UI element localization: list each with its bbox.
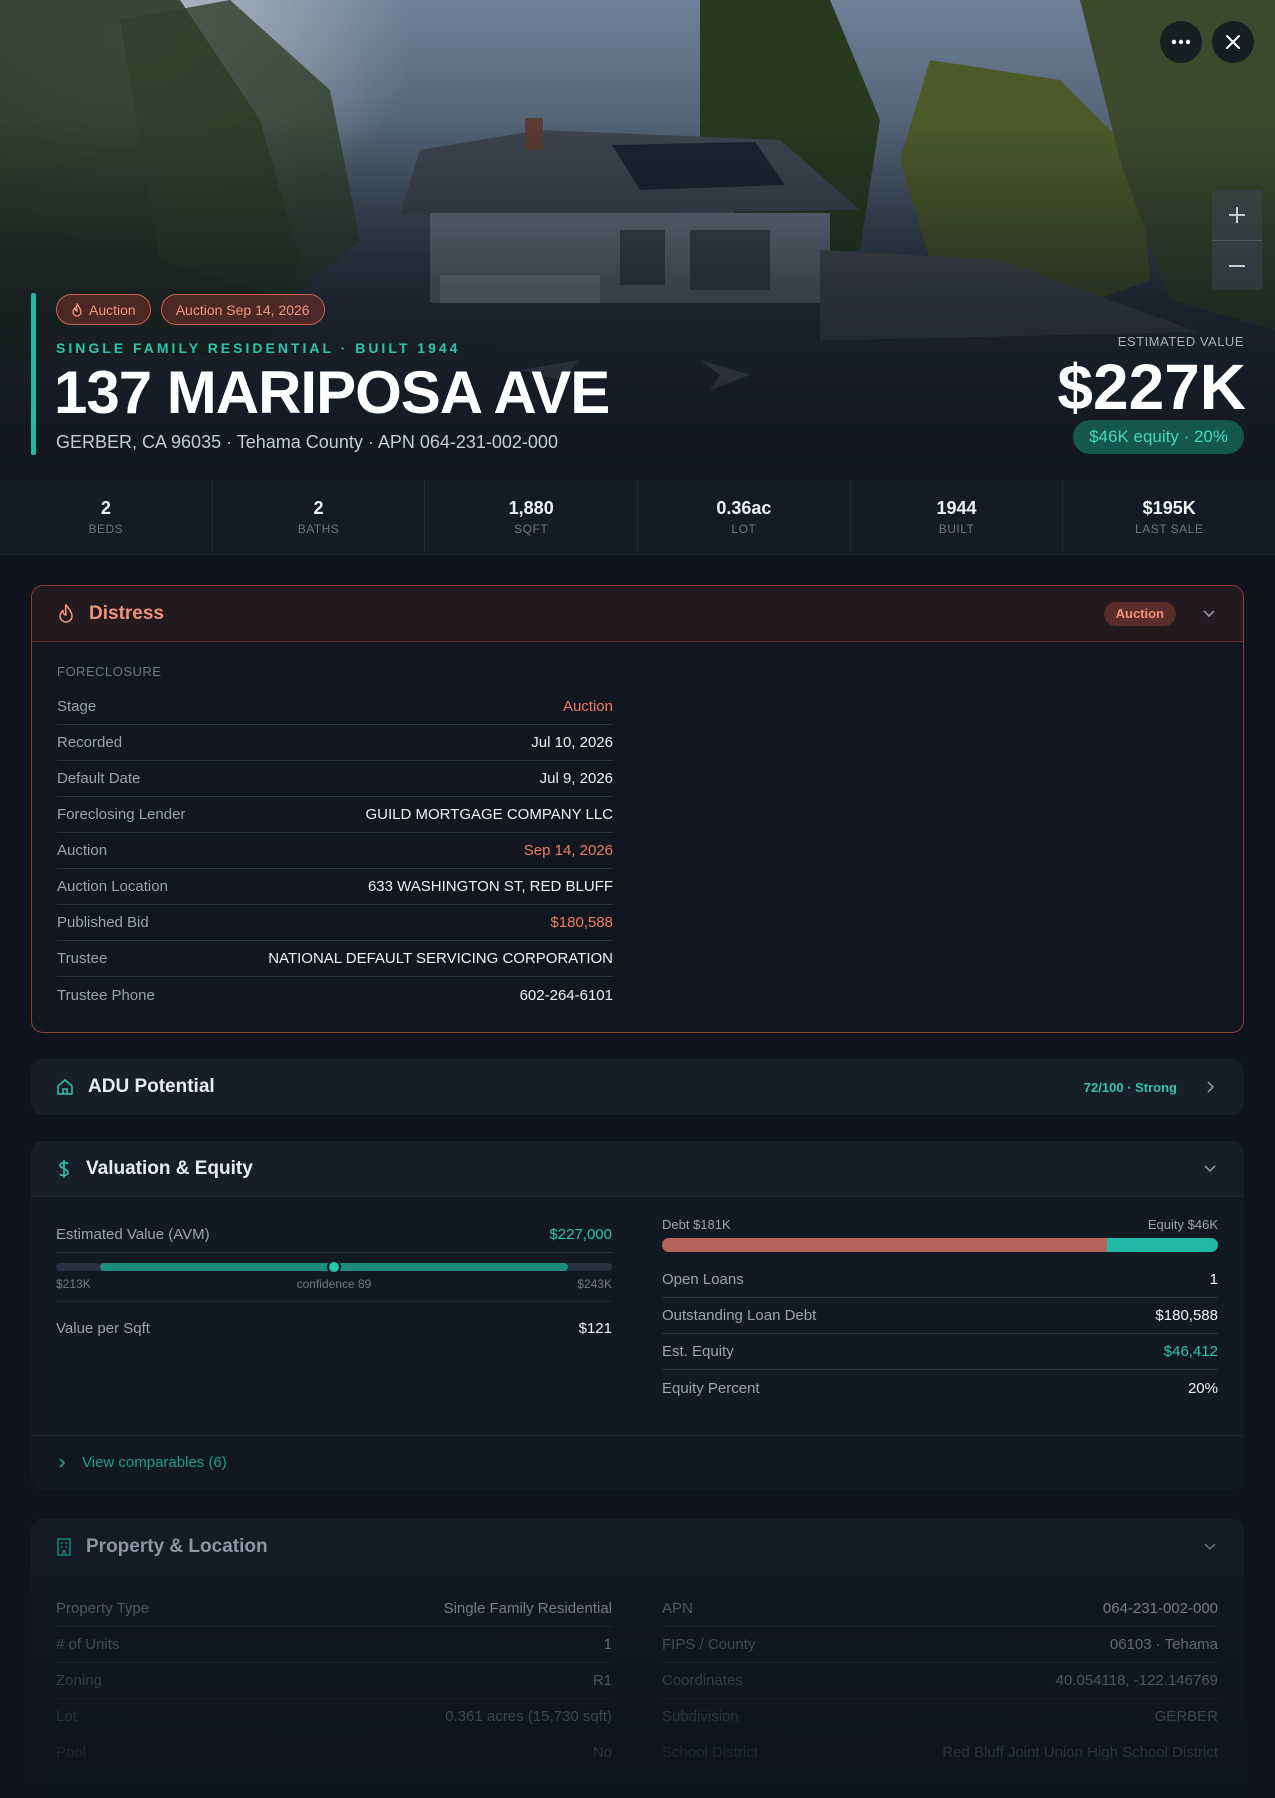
close-button[interactable] (1212, 21, 1254, 63)
home-icon (57, 1079, 73, 1095)
detail-row: School District Red Bluff Joint Union Hig… (662, 1735, 1218, 1771)
foreclosure-section-label: FORECLOSURE (57, 664, 162, 679)
flame-icon (72, 302, 82, 317)
detail-row: Pool No (56, 1735, 612, 1771)
distress-card-header[interactable]: Distress Auction (32, 586, 1243, 642)
debt-segment (662, 1238, 1107, 1252)
range-low: $213K (56, 1277, 91, 1291)
adu-potential-card[interactable]: ADU Potential 72/100 · Strong (31, 1059, 1244, 1115)
detail-row: Default Date Jul 9, 2026 (57, 761, 613, 797)
stat-last-sale: $195K LAST SALE (1135, 498, 1204, 536)
property-subtitle: SINGLE FAMILY RESIDENTIAL · BUILT 1944 (56, 340, 461, 356)
building-icon (57, 1538, 71, 1556)
property-details-right: APN 064-231-002-000 FIPS / County 06103 · … (662, 1591, 1218, 1771)
dollar-icon (59, 1159, 69, 1178)
loan-row: Est. Equity $46,412 (662, 1334, 1218, 1370)
valuation-card-header[interactable]: Valuation & Equity (31, 1141, 1244, 1197)
equity-segment (1106, 1238, 1218, 1252)
detail-row: FIPS / County 06103 · Tehama (662, 1627, 1218, 1663)
chevron-down-icon[interactable] (1200, 605, 1218, 623)
detail-row: Recorded Jul 10, 2026 (57, 725, 613, 761)
auction-badge: Auction (56, 294, 151, 325)
foreclosure-details: Stage Auction Recorded Jul 10, 2026 Defaul… (57, 689, 613, 1013)
estimated-value: $227K (1057, 351, 1246, 423)
adu-title: ADU Potential (88, 1076, 215, 1097)
zoom-in-button[interactable] (1212, 190, 1262, 240)
ellipsis-icon (1171, 39, 1191, 45)
title-accent-bar (31, 293, 36, 455)
valuation-title: Valuation & Equity (86, 1157, 253, 1179)
property-title: Property & Location (86, 1536, 268, 1557)
property-details-left: Property Type Single Family Residential #… (56, 1591, 612, 1771)
detail-row: # of Units 1 (56, 1627, 612, 1663)
adu-card-header[interactable]: ADU Potential 72/100 · Strong (31, 1059, 1244, 1115)
detail-row: Subdivision GERBER (662, 1699, 1218, 1735)
adu-score: 72/100 · Strong (1083, 1079, 1177, 1095)
auction-date-badge: Auction Sep 14, 2026 (160, 294, 325, 325)
stat-beds: 2 BEDS (0, 480, 213, 554)
avm-confidence-range (56, 1260, 612, 1274)
detail-row: Stage Auction (57, 689, 613, 725)
detail-row: Foreclosing Lender GUILD MORTGAGE COMPANY… (57, 797, 613, 833)
plus-icon (1229, 207, 1245, 223)
stat-lot: 0.36ac LOT (638, 480, 851, 554)
status-badges: Auction Auction Sep 14, 2026 (56, 294, 325, 325)
detail-row: Auction Sep 14, 2026 (57, 833, 613, 869)
property-location-card: Property & Location Property Type Single … (31, 1519, 1244, 1798)
detail-row: Auction Location 633 WASHINGTON ST, RED B… (57, 869, 613, 905)
debt-equity-bar (662, 1238, 1218, 1252)
detail-row: Lot 0.361 acres (15,730 sqft) (56, 1699, 612, 1735)
detail-row: Trustee Phone 602-264-6101 (57, 986, 613, 1004)
minus-icon (1229, 264, 1245, 267)
detail-row: Property Type Single Family Residential (56, 1591, 612, 1627)
property-location: GERBER, CA 96035 · Tehama County · APN 0… (56, 432, 558, 452)
loan-row: Outstanding Loan Debt $180,588 (662, 1298, 1218, 1334)
valuation-equity-card: Valuation & Equity Estimated Value (AVM)… (31, 1141, 1244, 1490)
detail-row: APN 064-231-002-000 (662, 1591, 1218, 1627)
chevron-down-icon[interactable] (1201, 1160, 1219, 1178)
equity-pill: $46K equity · 20% (1073, 420, 1244, 454)
zoom-out-button[interactable] (1212, 240, 1262, 290)
loan-row: Open Loans 1 (662, 1262, 1218, 1298)
property-stats-bar: 2 BEDS 2 BATHS 1,880 SQFT 0.36ac LOT 1944 BUI… (0, 480, 1275, 555)
equity-section: Debt $181K Equity $46K Open Loans 1 Outst… (662, 1217, 1218, 1406)
range-confidence: confidence 89 (296, 1277, 372, 1291)
property-card-header[interactable]: Property & Location (31, 1519, 1244, 1575)
range-high: $243K (577, 1277, 612, 1291)
chevron-right-icon (59, 1457, 66, 1468)
flame-icon (59, 603, 73, 623)
equity-label: Equity $46K (1147, 1217, 1218, 1232)
avm-row: Estimated Value (AVM) $227,000 (56, 1217, 612, 1253)
close-icon (1226, 35, 1240, 49)
stat-built: 1944 BUILT (851, 480, 1064, 554)
distress-title: Distress (89, 602, 164, 624)
detail-row: Published Bid $180,588 (57, 905, 613, 941)
avm-section: Estimated Value (AVM) $227,000 $213K con… (56, 1217, 612, 1346)
chevron-right-icon[interactable] (1201, 1078, 1219, 1096)
map-zoom-control (1212, 190, 1262, 290)
detail-row: Zoning R1 (56, 1663, 612, 1699)
debt-label: Debt $181K (662, 1217, 731, 1232)
more-options-button[interactable] (1160, 21, 1202, 63)
view-comparables-link[interactable]: View comparables (6) (82, 1454, 227, 1471)
avm-range-marker (327, 1260, 341, 1274)
property-address-title: 137 MARIPOSA AVE (54, 359, 610, 426)
stat-sqft: 1,880 SQFT (425, 480, 639, 554)
loan-row: Equity Percent 20% (662, 1379, 1218, 1397)
detail-row: Coordinates 40.054118, -122.146769 (662, 1663, 1218, 1699)
estimated-value-label: ESTIMATED VALUE (1117, 334, 1244, 349)
chevron-down-icon[interactable] (1201, 1538, 1219, 1556)
distress-status-badge: Auction (1103, 601, 1176, 626)
value-per-sqft-row: Value per Sqft $121 (56, 1319, 612, 1337)
view-comparables-toggle[interactable]: View comparables (6) (31, 1435, 1244, 1489)
stat-baths: 2 BATHS (213, 480, 426, 554)
distress-card: Distress Auction FORECLOSURE Stage Auctio… (31, 585, 1244, 1033)
detail-row: Trustee NATIONAL DEFAULT SERVICING CORPOR… (57, 941, 613, 977)
